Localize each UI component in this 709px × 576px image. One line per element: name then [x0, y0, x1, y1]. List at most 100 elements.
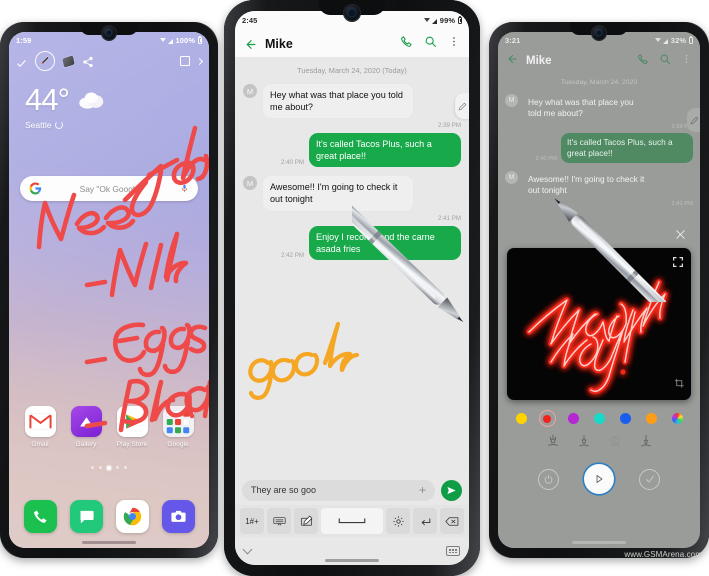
page-dot[interactable]	[91, 466, 95, 469]
color-swatch-yellow[interactable]	[513, 410, 530, 427]
app-item[interactable]: Gallery	[66, 406, 106, 448]
app-item[interactable]: Gmail	[20, 406, 60, 448]
chat-message-list[interactable]: Tuesday, March 24, 2020 (Today) M Hey wh…	[235, 57, 469, 459]
page-dot[interactable]	[123, 466, 127, 469]
gmail-icon[interactable]	[24, 406, 56, 437]
memo-canvas-panel[interactable]: Thank You!	[507, 248, 691, 400]
search-icon[interactable]	[424, 35, 437, 53]
chevron-right-icon[interactable]	[195, 57, 204, 65]
camera-icon[interactable]	[161, 500, 195, 533]
brush-icon[interactable]	[546, 434, 560, 454]
expand-icon[interactable]	[672, 255, 684, 273]
check-circle-icon[interactable]	[639, 468, 660, 490]
message-timestamp-row: 2:39 PM	[505, 124, 693, 131]
google-folder-icon[interactable]	[162, 406, 194, 437]
message-row: 2:40 PM It's called Tacos Plus, such a g…	[243, 133, 461, 168]
avatar: M	[505, 170, 518, 184]
marker-icon[interactable]	[639, 434, 653, 454]
enter-icon[interactable]	[413, 508, 437, 534]
message-input-bar: They are so goo +	[235, 475, 469, 505]
phone-middle-screen[interactable]: 2:45 99% Mike Tuesday, March 24, 2020 (T…	[235, 11, 469, 565]
phone-right-screen[interactable]: Mike Tuesday, March 24, 2020 M Hey what …	[498, 32, 700, 548]
app-item[interactable]: Google	[158, 406, 198, 448]
page-dot[interactable]	[99, 466, 103, 469]
page-dot-active[interactable]	[107, 466, 111, 470]
phone-right: Mike Tuesday, March 24, 2020 M Hey what …	[489, 22, 709, 558]
message-bubble-incoming[interactable]: Awesome!! I'm going to check it out toni…	[262, 175, 414, 212]
pen-tab-icon[interactable]	[455, 93, 469, 119]
avatar: M	[505, 94, 518, 107]
chevron-down-icon[interactable]	[242, 544, 253, 555]
color-swatch-orange[interactable]	[643, 410, 660, 427]
handwriting-pen-icon[interactable]	[294, 508, 318, 534]
page-dot[interactable]	[115, 466, 119, 469]
watermark: www.GSMArena.com	[624, 550, 702, 559]
color-swatch-red-selected[interactable]	[538, 410, 556, 427]
color-swatch-blue[interactable]	[617, 410, 634, 427]
pen-icon[interactable]	[35, 51, 55, 71]
right-battery-pct: 32%	[670, 36, 687, 45]
message-timestamp: 2:40 PM	[280, 159, 304, 167]
back-arrow-icon[interactable]	[506, 52, 518, 70]
keyboard-toggle-icon[interactable]	[446, 546, 460, 556]
share-icon[interactable]	[82, 55, 94, 68]
color-swatch-cyan[interactable]	[591, 410, 608, 427]
power-icon[interactable]	[538, 468, 559, 490]
nav-gesture-pill[interactable]	[82, 541, 136, 544]
phone-icon[interactable]	[23, 500, 57, 533]
message-bubble-incoming[interactable]: Hey what was that place you told me abou…	[262, 83, 414, 120]
refresh-icon[interactable]	[55, 121, 64, 129]
message-row: 2:40 PM It's called Tacos Plus, such a g…	[505, 132, 693, 163]
message-bubble-outgoing[interactable]: It's called Tacos Plus, such a great pla…	[309, 133, 461, 168]
gallery-icon[interactable]	[70, 406, 102, 437]
memo-handwriting: Thank You!	[526, 279, 668, 394]
nav-gesture-pill[interactable]	[325, 559, 379, 562]
message-bubble-outgoing[interactable]: It's called Tacos Plus, such a great pla…	[561, 132, 693, 163]
color-swatch-rainbow[interactable]	[669, 410, 686, 427]
crop-icon[interactable]	[674, 376, 685, 394]
symbols-key[interactable]: 1#+	[240, 508, 264, 534]
phone-call-icon[interactable]	[400, 35, 413, 53]
backspace-icon[interactable]	[440, 508, 464, 534]
message-input-value: They are so goo	[251, 485, 317, 495]
check-icon[interactable]	[16, 56, 27, 67]
message-input[interactable]: They are so goo +	[242, 479, 435, 501]
keyboard-icon[interactable]	[267, 508, 291, 534]
plus-icon[interactable]: +	[419, 484, 426, 496]
phone-left: 1:59 100% 44° Seattle Say "Ok Google" Gm…	[0, 22, 218, 558]
play-store-icon[interactable]	[116, 406, 148, 437]
page-indicator	[9, 466, 209, 470]
color-swatch-purple[interactable]	[565, 410, 582, 427]
app-item[interactable]: Play Store	[112, 406, 152, 448]
spacebar-icon[interactable]	[321, 508, 383, 534]
gear-icon[interactable]	[386, 508, 410, 534]
send-button[interactable]	[441, 479, 462, 501]
close-icon[interactable]	[674, 228, 687, 246]
memo-control-row	[498, 464, 700, 494]
message-bubble-incoming[interactable]: Hey what was that place you told me abou…	[522, 93, 654, 123]
eraser-icon[interactable]	[62, 54, 75, 68]
dock	[9, 500, 209, 533]
phone-call-icon[interactable]	[637, 52, 649, 70]
play-icon[interactable]	[584, 464, 614, 494]
message-bubble-incoming[interactable]: Awesome!! I'm going to check it out toni…	[522, 170, 654, 200]
nav-gesture-pill[interactable]	[572, 541, 626, 544]
microphone-icon[interactable]	[180, 182, 189, 195]
right-front-camera	[592, 26, 606, 40]
pen-icon[interactable]	[577, 434, 591, 454]
screenshot-canvas: 1:59 100% 44° Seattle Say "Ok Google" Gm…	[0, 0, 709, 576]
weather-widget[interactable]: 44° Seattle	[25, 84, 70, 130]
back-arrow-icon[interactable]	[244, 38, 256, 50]
phone-left-screen[interactable]: 1:59 100% 44° Seattle Say "Ok Google" Gm…	[9, 32, 209, 548]
more-vertical-icon[interactable]	[681, 52, 692, 70]
message-icon[interactable]	[69, 500, 103, 533]
google-search-bar[interactable]: Say "Ok Google"	[20, 176, 198, 201]
more-vertical-icon[interactable]	[448, 35, 460, 53]
search-icon[interactable]	[659, 52, 671, 70]
square-icon[interactable]	[180, 56, 190, 66]
pen-tab-icon[interactable]	[687, 108, 700, 132]
chrome-icon[interactable]	[115, 500, 149, 533]
message-bubble-outgoing[interactable]: Enjoy I recommend the carne asada fries	[309, 225, 461, 260]
highlighter-icon[interactable]	[608, 434, 622, 454]
battery-icon	[457, 16, 462, 25]
